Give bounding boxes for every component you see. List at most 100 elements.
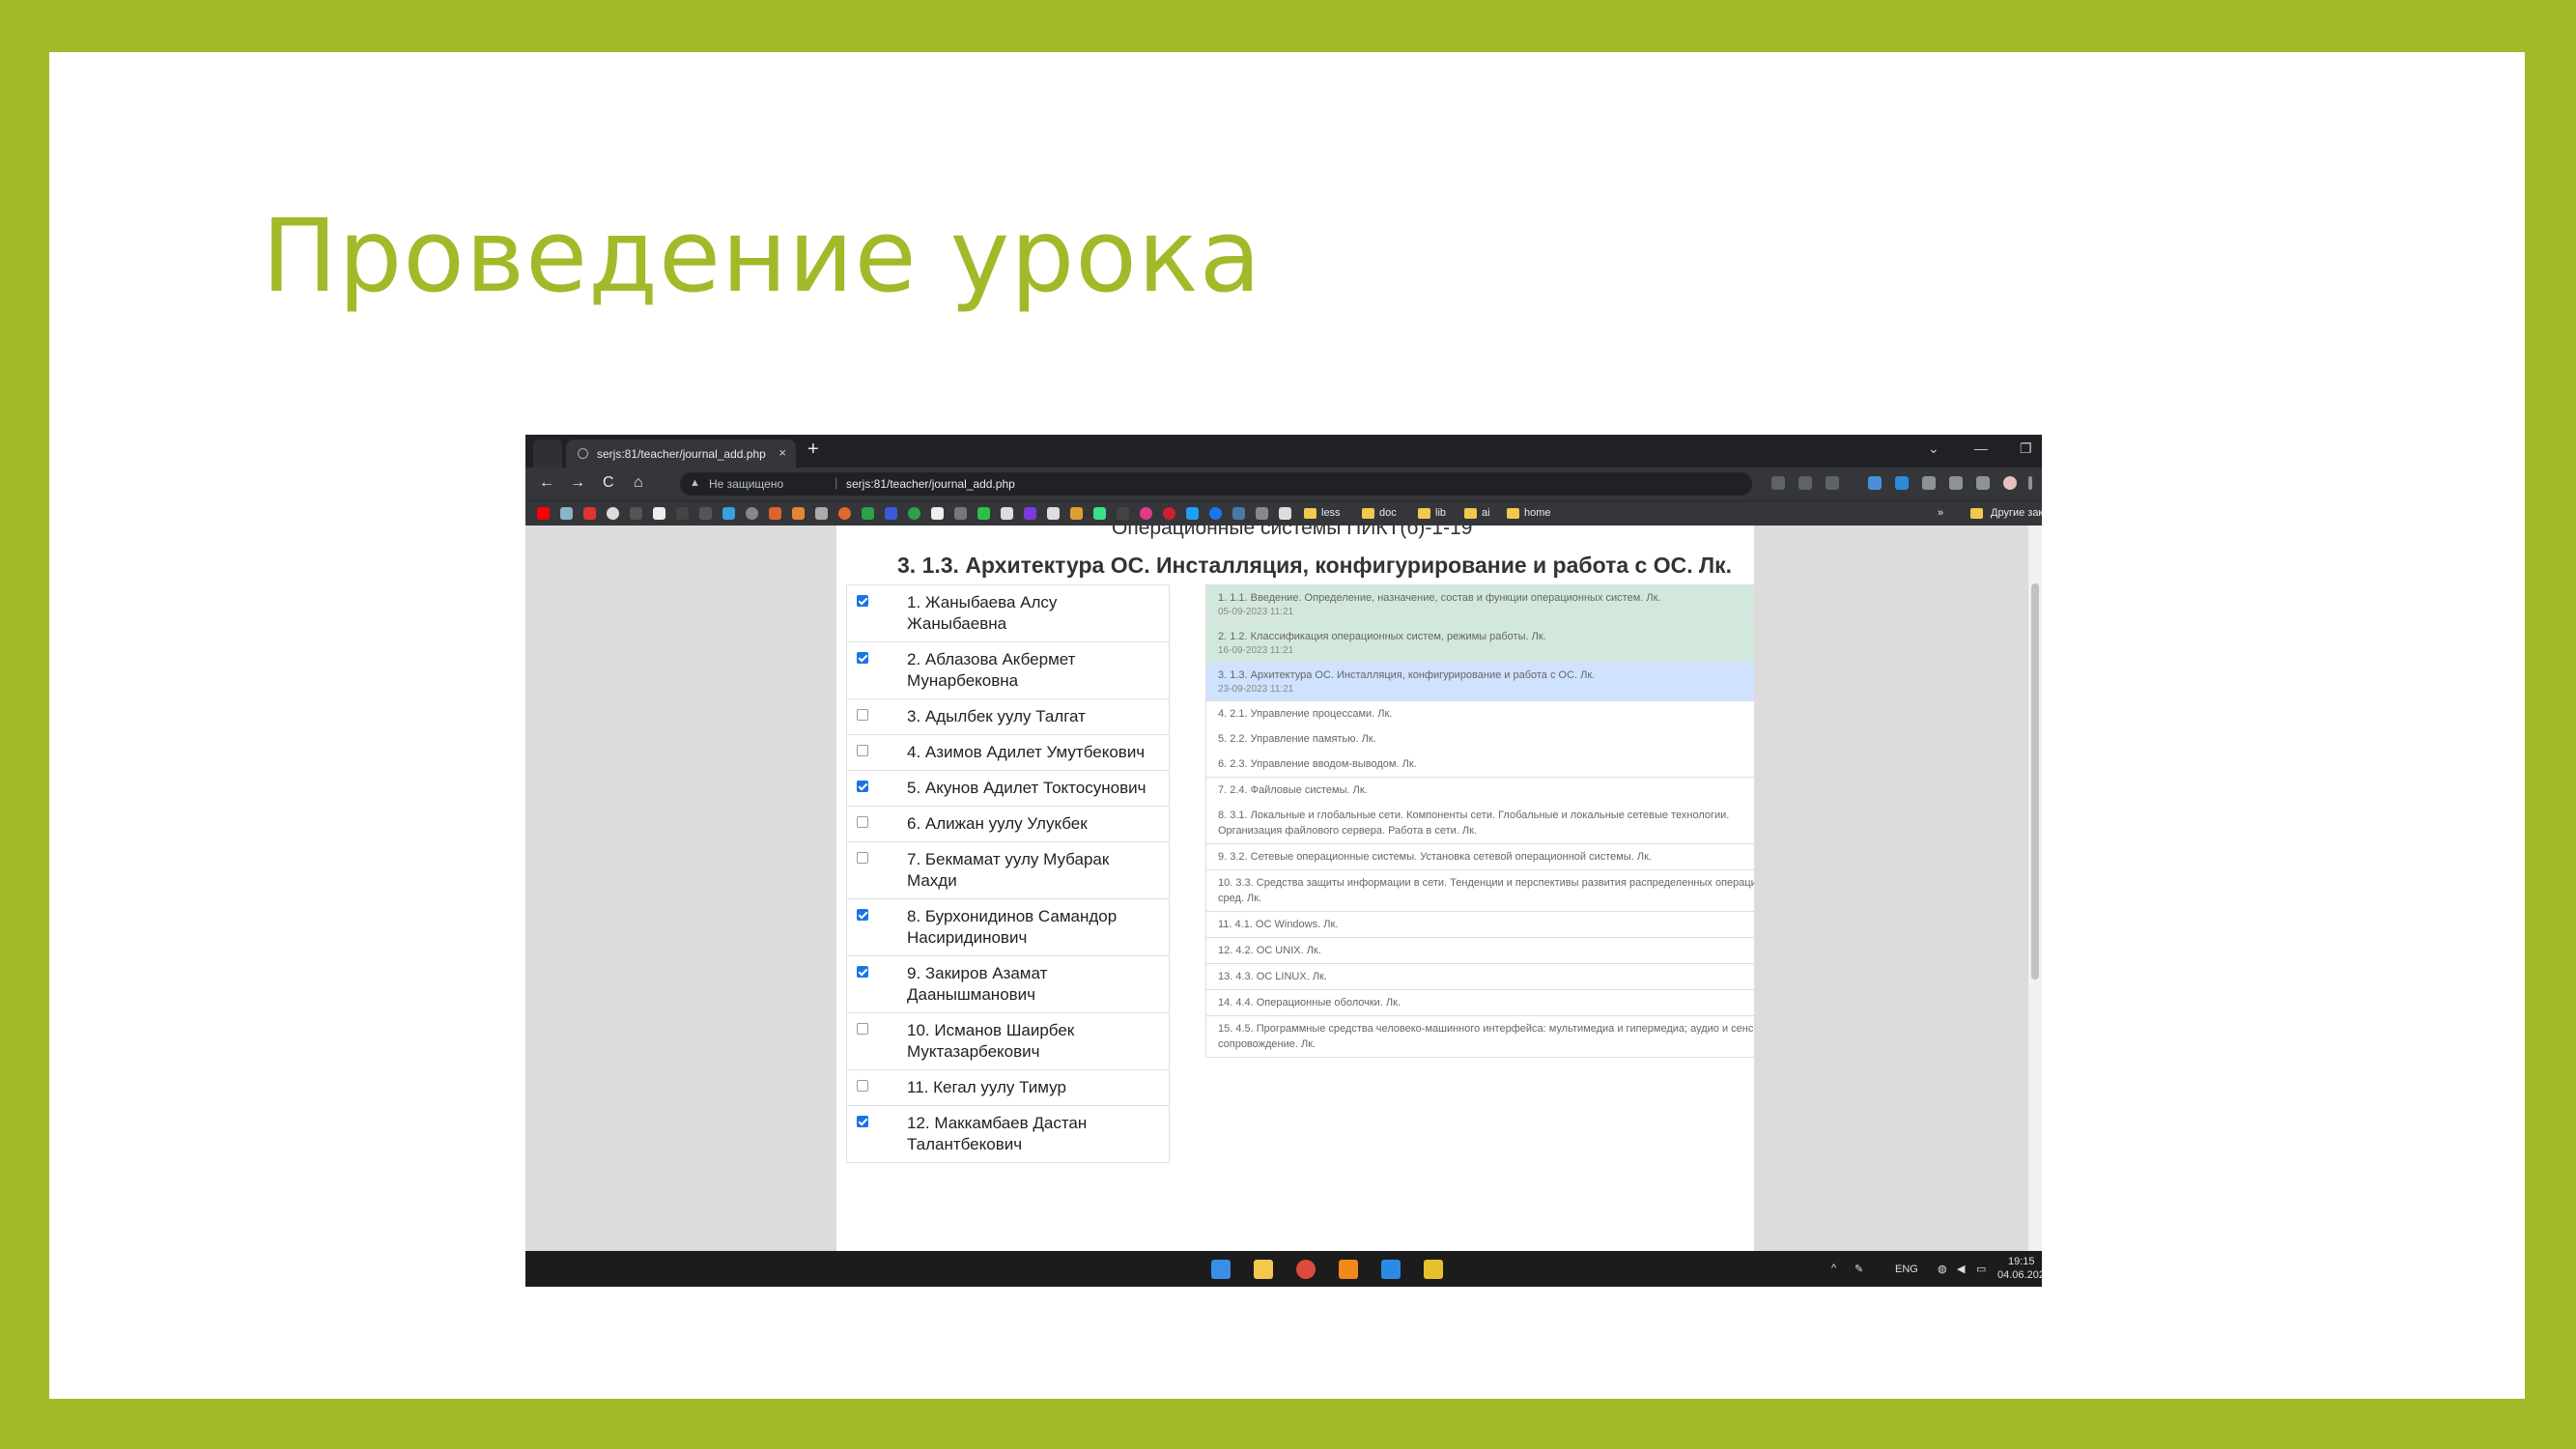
lesson-item[interactable]: 11. 4.1. ОС Windows. Лк. — [1205, 912, 1754, 938]
bookmark-icon[interactable] — [977, 507, 990, 520]
menu-icon[interactable] — [2028, 476, 2032, 490]
star-icon[interactable] — [1826, 476, 1839, 490]
lesson-item[interactable]: 8. 3.1. Локальные и глобальные сети. Ком… — [1205, 803, 1754, 844]
home-button[interactable]: ⌂ — [634, 474, 643, 492]
vk-icon[interactable] — [1232, 507, 1245, 520]
lesson-item[interactable]: 15. 4.5. Программные средства человеко-м… — [1205, 1016, 1754, 1058]
tab-close-button[interactable]: × — [778, 445, 786, 460]
youtube-icon[interactable] — [537, 507, 550, 520]
bookmark-icon[interactable] — [1256, 507, 1268, 520]
attendance-checkbox[interactable] — [857, 652, 868, 664]
instagram-icon[interactable] — [1140, 507, 1152, 520]
student-row[interactable]: 1. Жаныбаева Алсу Жаныбаевна — [846, 584, 1170, 642]
student-row[interactable]: 6. Алижан уулу Улукбек — [846, 807, 1170, 842]
vertical-scrollbar[interactable] — [2028, 526, 2042, 1251]
pinned-tab[interactable] — [533, 440, 562, 468]
chrome-icon[interactable] — [1296, 1260, 1316, 1279]
address-bar[interactable]: ▲ Не защищено | serjs:81/teacher/journal… — [680, 472, 1752, 496]
bookmark-icon[interactable] — [931, 507, 944, 520]
sidebar-icon[interactable] — [1976, 476, 1990, 490]
volume-icon[interactable]: ◀ — [1957, 1263, 1965, 1275]
lesson-item[interactable]: 2. 1.2. Классификация операционных систе… — [1205, 624, 1754, 663]
vlc-icon[interactable] — [1339, 1260, 1358, 1279]
lesson-item[interactable]: 13. 4.3. ОС LINUX. Лк. — [1205, 964, 1754, 990]
student-row[interactable]: 10. Исманов Шаирбек Муктазарбекович — [846, 1013, 1170, 1070]
bookmark-icon[interactable] — [746, 507, 758, 520]
github-icon[interactable] — [607, 507, 619, 520]
scrollbar-thumb[interactable] — [2031, 583, 2039, 980]
explorer-icon[interactable] — [1254, 1260, 1273, 1279]
avatar[interactable] — [2003, 476, 2017, 490]
lesson-item[interactable]: 5. 2.2. Управление памятью. Лк. — [1205, 726, 1754, 752]
bookmark-folder-less[interactable]: less — [1321, 507, 1341, 519]
forward-button[interactable]: → — [570, 474, 585, 492]
attendance-checkbox[interactable] — [857, 745, 868, 756]
bookmark-icon[interactable] — [885, 507, 897, 520]
start-icon[interactable] — [1211, 1260, 1231, 1279]
bookmark-folder-lib[interactable]: lib — [1435, 507, 1446, 519]
attendance-checkbox[interactable] — [857, 816, 868, 828]
bookmark-icon[interactable] — [1093, 507, 1106, 520]
lesson-item[interactable]: 1. 1.1. Введение. Определение, назначени… — [1205, 584, 1754, 624]
sync-icon[interactable] — [1949, 476, 1963, 490]
bookmark-icon[interactable] — [630, 507, 642, 520]
files-icon[interactable] — [1424, 1260, 1443, 1279]
bookmark-icon[interactable] — [1047, 507, 1060, 520]
student-row[interactable]: 7. Бекмамат уулу Мубарак Махди — [846, 842, 1170, 899]
lesson-item[interactable]: 9. 3.2. Сетевые операционные системы. Ус… — [1205, 844, 1754, 870]
translate-icon[interactable] — [1868, 476, 1882, 490]
bookmark-folder-home[interactable]: home — [1524, 507, 1551, 519]
bookmark-icon[interactable] — [838, 507, 851, 520]
lesson-item[interactable]: 3. 1.3. Архитектура ОС. Инсталляция, кон… — [1205, 663, 1754, 701]
bookmark-folder-ai[interactable]: ai — [1482, 507, 1490, 519]
network-icon[interactable]: ◍ — [1938, 1263, 1947, 1275]
vscode-icon[interactable] — [1381, 1260, 1401, 1279]
bookmark-icon[interactable] — [1024, 507, 1036, 520]
maximize-button[interactable]: ❐ — [2020, 440, 2032, 457]
bookmark-icon[interactable] — [769, 507, 781, 520]
bookmark-icon[interactable] — [699, 507, 712, 520]
bookmark-icon[interactable] — [1279, 507, 1291, 520]
dev-icon[interactable] — [676, 507, 689, 520]
student-row[interactable]: 4. Азимов Адилет Умутбекович — [846, 735, 1170, 771]
clock-time[interactable]: 19:15 — [2008, 1256, 2035, 1267]
back-button[interactable]: ← — [539, 474, 554, 492]
bookmark-icon[interactable] — [908, 507, 920, 520]
bookmark-icon[interactable] — [560, 507, 573, 520]
attendance-checkbox[interactable] — [857, 709, 868, 721]
battery-icon[interactable]: ▭ — [1976, 1263, 1986, 1275]
attendance-checkbox[interactable] — [857, 909, 868, 921]
lesson-item[interactable]: 10. 3.3. Средства защиты информации в се… — [1205, 870, 1754, 912]
language-indicator[interactable]: ENG — [1895, 1264, 1918, 1275]
lesson-item[interactable]: 4. 2.1. Управление процессами. Лк. — [1205, 701, 1754, 726]
bookmark-icon[interactable] — [653, 507, 665, 520]
attendance-checkbox[interactable] — [857, 595, 868, 607]
tab-active[interactable]: serjs:81/teacher/journal_add.php × — [566, 440, 796, 468]
attendance-checkbox[interactable] — [857, 852, 868, 864]
bookmark-icon[interactable] — [792, 507, 805, 520]
attendance-checkbox[interactable] — [857, 1116, 868, 1127]
student-row[interactable]: 12. Маккамбаев Дастан Талантбекович — [846, 1106, 1170, 1163]
lesson-item[interactable]: 14. 4.4. Операционные оболочки. Лк. — [1205, 990, 1754, 1016]
clock-date[interactable]: 04.06.2023 — [1997, 1269, 2042, 1281]
student-row[interactable]: 3. Адылбек уулу Талгат — [846, 699, 1170, 735]
student-row[interactable]: 9. Закиров Азамат Даанышманович — [846, 956, 1170, 1013]
lesson-item[interactable]: 6. 2.3. Управление вводом-выводом. Лк. — [1205, 752, 1754, 778]
bookmark-icon[interactable] — [815, 507, 828, 520]
attendance-checkbox[interactable] — [857, 1080, 868, 1092]
lesson-item[interactable]: 7. 2.4. Файловые системы. Лк. — [1205, 778, 1754, 803]
bookmark-icon[interactable] — [862, 507, 874, 520]
extension-icon[interactable] — [1895, 476, 1909, 490]
bookmark-icon[interactable] — [583, 507, 596, 520]
tiktok-icon[interactable] — [1117, 507, 1129, 520]
tab-search-icon[interactable]: ⌄ — [1928, 440, 1939, 457]
attendance-checkbox[interactable] — [857, 966, 868, 978]
share-icon[interactable] — [1798, 476, 1812, 490]
bookmark-icon[interactable] — [954, 507, 967, 520]
bookmark-icon[interactable] — [1001, 507, 1013, 520]
attendance-checkbox[interactable] — [857, 781, 868, 792]
more-bookmarks-button[interactable]: » — [1938, 507, 1943, 519]
attendance-checkbox[interactable] — [857, 1023, 868, 1035]
bookmark-folder-doc[interactable]: doc — [1379, 507, 1397, 519]
twitter-icon[interactable] — [1186, 507, 1199, 520]
